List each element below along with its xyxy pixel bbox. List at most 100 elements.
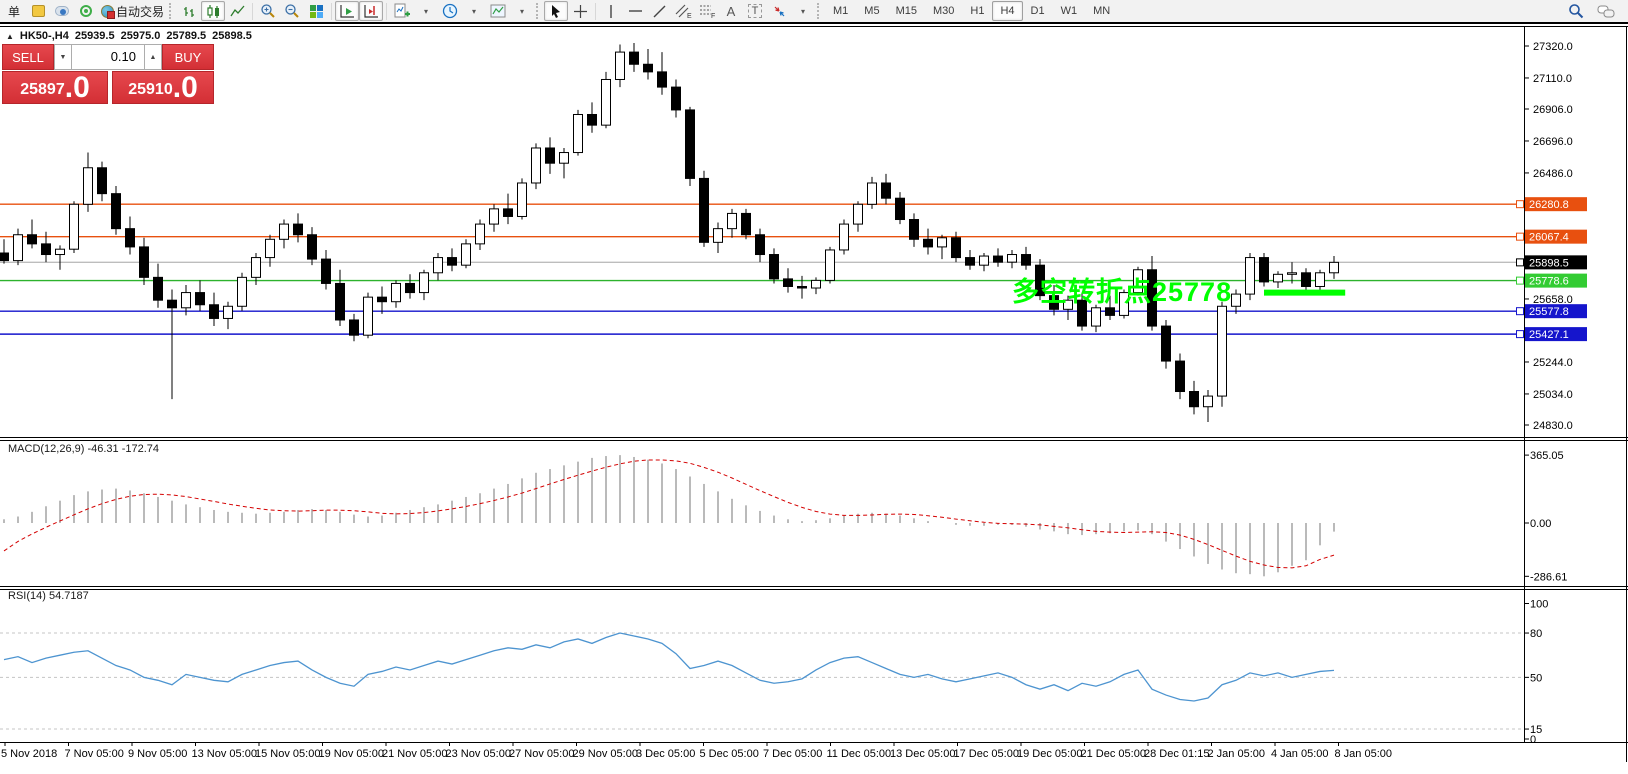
macd-signal-line (4, 460, 1334, 568)
tab-timeframe-M1[interactable]: M1 (825, 1, 856, 21)
sell-price-display[interactable]: 25897.0 (2, 71, 108, 104)
trendline-icon (652, 4, 667, 19)
volume-input[interactable]: 0.10 (72, 44, 144, 70)
arrows-dropdown[interactable]: ▾ (791, 1, 815, 21)
line-chart-button[interactable] (225, 1, 249, 21)
fibonacci-letter: F (711, 13, 715, 19)
candle-body (756, 235, 765, 255)
price-label-current-price: 25898.5 (1529, 257, 1569, 269)
buy-button[interactable]: BUY (162, 44, 214, 70)
search-icon (1568, 3, 1584, 19)
text-label-button[interactable]: T (743, 1, 767, 21)
sell-button[interactable]: SELL (2, 44, 54, 70)
tile-windows-button[interactable] (304, 1, 328, 21)
market-watch-button[interactable] (26, 1, 50, 21)
rsi-axis-tick-label: 0 (1530, 734, 1536, 746)
price-chart-canvas[interactable]: 27320.027110.026906.026696.026486.025658… (0, 26, 1628, 762)
community-cloud-icon (55, 6, 69, 16)
candle-body (728, 213, 737, 228)
auto-scroll-button[interactable] (335, 1, 359, 21)
zoom-in-button[interactable] (256, 1, 280, 21)
volume-decrease-button[interactable]: ▼ (54, 44, 72, 70)
price-label-marker (1517, 259, 1524, 266)
periods-dropdown[interactable]: ▾ (462, 1, 486, 21)
time-axis-label: 2 Jan 05:00 (1208, 748, 1266, 760)
signals-button[interactable] (74, 1, 98, 21)
candle-body (1008, 255, 1017, 263)
price-axis-tick-label: 24830.0 (1533, 420, 1573, 432)
candle-body (770, 255, 779, 279)
trendline-button[interactable] (647, 1, 671, 21)
periods-button[interactable] (438, 1, 462, 21)
volume-increase-button[interactable]: ▲ (144, 44, 162, 70)
tab-timeframe-M30[interactable]: M30 (925, 1, 962, 21)
time-axis-label: 28 Dec 01:15 (1144, 748, 1209, 760)
price-label-pivot: 25778.6 (1529, 276, 1569, 288)
candle-body (924, 239, 933, 247)
tab-timeframe-D1[interactable]: D1 (1023, 1, 1053, 21)
templates-button[interactable] (486, 1, 510, 21)
candle-body (1190, 392, 1199, 407)
candle-body (1092, 308, 1101, 326)
candle-body (280, 224, 289, 239)
time-axis-label: 23 Nov 05:00 (446, 748, 511, 760)
toolbar-grip[interactable] (817, 3, 821, 19)
crosshair-button[interactable] (568, 1, 592, 21)
symbol-period-label: HK50-,H4 (20, 30, 69, 42)
candle-body (42, 244, 51, 255)
buy-price-display[interactable]: 25910.0 (112, 71, 214, 104)
chart-annotation-text[interactable]: 多空转折点25778 (1012, 270, 1232, 309)
community-button[interactable] (50, 1, 74, 21)
tab-timeframe-H4[interactable]: H4 (992, 1, 1022, 21)
price-axis-tick-label: 26486.0 (1533, 168, 1573, 180)
candle-body (434, 258, 443, 273)
candle-body (1204, 396, 1213, 407)
autotrading-button[interactable]: 自动交易 (98, 1, 167, 21)
fibonacci-button[interactable]: F (695, 1, 719, 21)
candle-body (448, 258, 457, 266)
chat-button[interactable] (1594, 1, 1618, 21)
horizontal-line-button[interactable] (623, 1, 647, 21)
candle-body (1246, 258, 1255, 295)
time-axis-label: 17 Dec 05:00 (954, 748, 1019, 760)
candle-body (28, 235, 37, 244)
toolbar-grip[interactable] (169, 3, 173, 19)
equidistant-channel-button[interactable]: E (671, 1, 695, 21)
candlestick-chart-button[interactable] (201, 1, 225, 21)
one-click-collapse-toggle[interactable]: ▲ (6, 32, 14, 41)
tab-timeframe-H1[interactable]: H1 (962, 1, 992, 21)
cursor-button[interactable] (544, 1, 568, 21)
candle-body (574, 114, 583, 152)
macd-axis-tick-label: 365.05 (1530, 450, 1564, 462)
price-axis-tick-label: 25244.0 (1533, 357, 1573, 369)
tab-timeframe-M15[interactable]: M15 (888, 1, 925, 21)
bar-chart-button[interactable] (177, 1, 201, 21)
arrows-button[interactable] (767, 1, 791, 21)
candle-body (686, 110, 695, 178)
tab-timeframe-W1[interactable]: W1 (1053, 1, 1086, 21)
search-button[interactable] (1564, 1, 1588, 21)
price-label-marker (1517, 331, 1524, 338)
candle-body (1022, 255, 1031, 266)
templates-dropdown[interactable]: ▾ (510, 1, 534, 21)
new-order-button[interactable]: 单 (2, 1, 26, 21)
time-axis-label: 3 Dec 05:00 (636, 748, 695, 760)
candle-body (378, 297, 387, 302)
candle-body (868, 183, 877, 204)
one-click-trading-panel: SELL ▼ 0.10 ▲ BUY 25897.0 25910.0 (2, 44, 214, 104)
candle-body (224, 306, 233, 318)
toolbar-grip[interactable] (536, 3, 540, 19)
candle-body (266, 239, 275, 257)
vertical-line-button[interactable] (599, 1, 623, 21)
chart-shift-button[interactable] (359, 1, 383, 21)
text-button[interactable]: A (719, 1, 743, 21)
candle-body (252, 258, 261, 278)
tab-timeframe-M5[interactable]: M5 (856, 1, 887, 21)
candle-body (1260, 258, 1269, 282)
candle-body (294, 224, 303, 235)
tab-timeframe-MN[interactable]: MN (1085, 1, 1118, 21)
indicators-dropdown[interactable]: ▾ (414, 1, 438, 21)
indicators-button[interactable] (390, 1, 414, 21)
zoom-out-button[interactable] (280, 1, 304, 21)
candle-body (126, 229, 135, 247)
